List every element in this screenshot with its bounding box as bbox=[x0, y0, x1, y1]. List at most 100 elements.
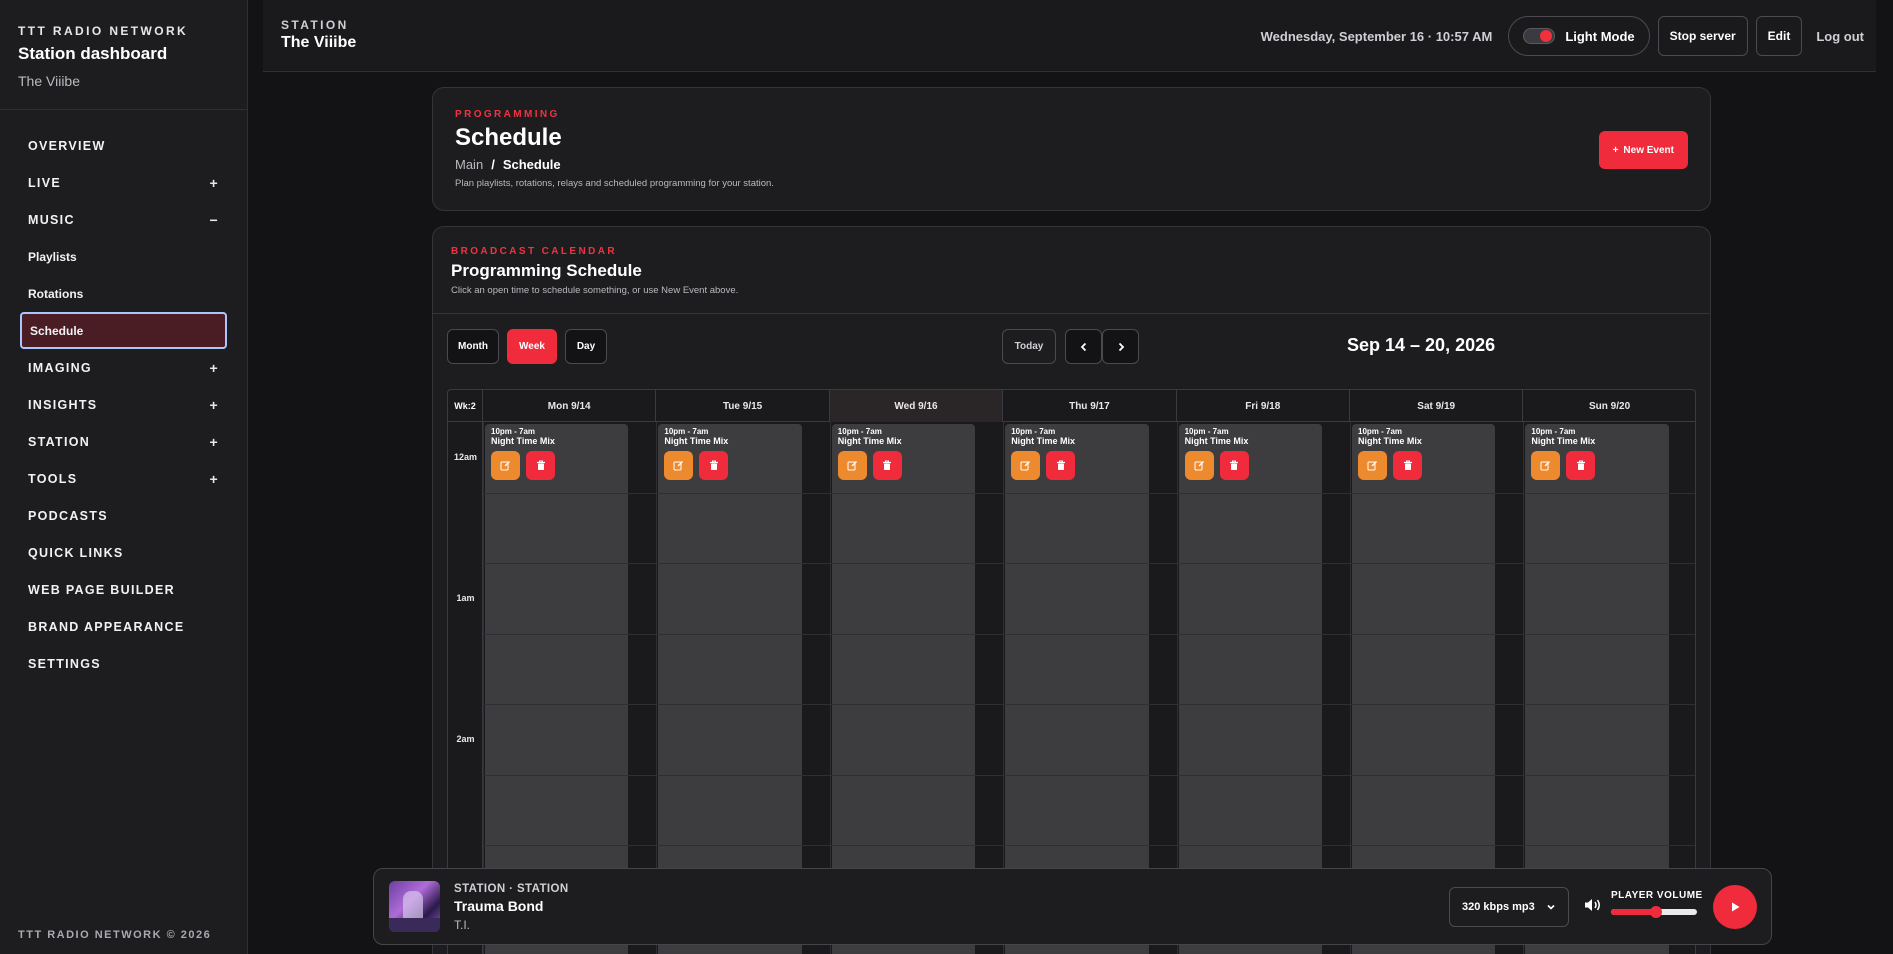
expand-icon[interactable]: + bbox=[210, 175, 219, 191]
week-number: Wk:2 bbox=[448, 390, 483, 422]
today-button[interactable]: Today bbox=[1002, 329, 1056, 364]
hour-label: 2am bbox=[456, 734, 475, 744]
expand-icon[interactable]: + bbox=[210, 471, 219, 487]
view-day-button[interactable]: Day bbox=[565, 329, 607, 364]
day-header: Fri 9/18 bbox=[1177, 390, 1350, 422]
view-month-button[interactable]: Month bbox=[447, 329, 499, 364]
sidebar-item-rotations[interactable]: Rotations bbox=[20, 275, 227, 312]
sidebar-item-label: WEB PAGE BUILDER bbox=[28, 582, 175, 597]
volume-handle[interactable] bbox=[1649, 906, 1662, 918]
quality-select[interactable]: 320 kbps mp3 bbox=[1449, 887, 1569, 927]
sidebar-item-station[interactable]: STATION + bbox=[20, 423, 227, 460]
top-header: STATION The Viiibe Wednesday, September … bbox=[263, 0, 1876, 72]
edit-icon bbox=[1194, 461, 1204, 471]
divider bbox=[433, 313, 1710, 314]
page-title: Schedule bbox=[455, 124, 562, 151]
edit-event-button[interactable] bbox=[1531, 451, 1561, 480]
sidebar-item-playlists[interactable]: Playlists bbox=[20, 238, 227, 275]
breadcrumb-main[interactable]: Main bbox=[455, 157, 483, 172]
sidebar-item-label: Schedule bbox=[30, 323, 84, 338]
prev-week-button[interactable] bbox=[1065, 329, 1102, 364]
sidebar-item-web-page-builder[interactable]: WEB PAGE BUILDER bbox=[20, 571, 227, 608]
sidebar: TTT RADIO NETWORK Station dashboard The … bbox=[0, 0, 248, 954]
sidebar-item-imaging[interactable]: IMAGING + bbox=[20, 349, 227, 386]
edit-event-button[interactable] bbox=[837, 451, 867, 480]
edit-event-button[interactable] bbox=[1184, 451, 1214, 480]
next-week-button[interactable] bbox=[1102, 329, 1139, 364]
time-gridline bbox=[483, 563, 1695, 564]
chevron-right-icon bbox=[1118, 342, 1124, 351]
sidebar-item-overview[interactable]: OVERVIEW bbox=[20, 127, 227, 164]
event-time: 10pm - 7am bbox=[1358, 427, 1403, 436]
new-event-button[interactable]: + New Event bbox=[1598, 131, 1688, 169]
calendar-title: Programming Schedule bbox=[451, 261, 642, 280]
expand-icon[interactable]: + bbox=[210, 434, 219, 450]
sidebar-item-label: SETTINGS bbox=[28, 656, 101, 671]
sidebar-item-schedule[interactable]: Schedule bbox=[20, 312, 227, 349]
volume-label: PLAYER VOLUME bbox=[1611, 890, 1703, 901]
day-header: Sat 9/19 bbox=[1350, 390, 1524, 422]
delete-event-button[interactable] bbox=[526, 451, 555, 480]
sidebar-item-label: BRAND APPEARANCE bbox=[28, 619, 185, 634]
delete-event-button[interactable] bbox=[1393, 451, 1422, 480]
event-time: 10pm - 7am bbox=[1011, 427, 1056, 436]
stop-server-button[interactable]: Stop server bbox=[1657, 16, 1748, 56]
chevron-down-icon bbox=[1547, 904, 1555, 910]
sidebar-item-podcasts[interactable]: PODCASTS bbox=[20, 497, 227, 534]
sidebar-item-insights[interactable]: INSIGHTS + bbox=[20, 386, 227, 423]
time-gridline bbox=[483, 845, 1695, 846]
app: TTT RADIO NETWORK Station dashboard The … bbox=[0, 0, 1893, 954]
delete-event-button[interactable] bbox=[1566, 451, 1596, 480]
sidebar-item-label: QUICK LINKS bbox=[28, 545, 124, 560]
delete-event-button[interactable] bbox=[1046, 451, 1076, 480]
sidebar-item-live[interactable]: LIVE + bbox=[20, 164, 227, 201]
time-gridline bbox=[483, 633, 1695, 635]
edit-button[interactable]: Edit bbox=[1755, 16, 1803, 56]
event-title: Night Time Mix bbox=[1184, 436, 1249, 446]
event-title: Night Time Mix bbox=[664, 436, 729, 446]
sidebar-item-brand-appearance[interactable]: BRAND APPEARANCE bbox=[20, 608, 227, 645]
expand-icon[interactable]: + bbox=[210, 397, 219, 413]
brand-network: TTT RADIO NETWORK bbox=[18, 24, 189, 38]
delete-event-button[interactable] bbox=[1219, 451, 1249, 480]
sidebar-item-quick-links[interactable]: QUICK LINKS bbox=[20, 534, 227, 571]
sidebar-item-tools[interactable]: TOOLS + bbox=[20, 460, 227, 497]
edit-icon bbox=[1367, 461, 1377, 471]
day-header: Sun 9/20 bbox=[1523, 390, 1695, 422]
schedule-header-card: PROGRAMMING Schedule Main / Schedule Pla… bbox=[432, 87, 1711, 211]
view-week-button[interactable]: Week bbox=[507, 329, 557, 364]
volume-slider[interactable] bbox=[1611, 906, 1697, 918]
collapse-icon[interactable]: − bbox=[210, 212, 219, 228]
event-title: Night Time Mix bbox=[491, 436, 555, 446]
sidebar-item-label: OVERVIEW bbox=[28, 138, 106, 153]
event-title: Night Time Mix bbox=[1358, 436, 1422, 446]
player-meta: STATION · STATION bbox=[454, 883, 569, 895]
sidebar-item-label: STATION bbox=[28, 434, 91, 449]
light-mode-toggle[interactable]: Light Mode bbox=[1508, 16, 1650, 56]
track-title: Trauma Bond bbox=[454, 898, 544, 914]
sidebar-item-label: MUSIC bbox=[28, 212, 75, 227]
sidebar-item-settings[interactable]: SETTINGS bbox=[20, 645, 227, 682]
breadcrumb-current: Schedule bbox=[502, 157, 561, 172]
play-button[interactable] bbox=[1713, 885, 1757, 929]
day-header: Thu 9/17 bbox=[1003, 390, 1177, 422]
edit-event-button[interactable] bbox=[1358, 451, 1387, 480]
edit-event-button[interactable] bbox=[491, 451, 520, 480]
delete-event-button[interactable] bbox=[872, 451, 902, 480]
sidebar-nav: OVERVIEW LIVE + MUSIC − Playlists Rotations Sch… bbox=[0, 110, 247, 682]
toggle-switch-icon bbox=[1523, 28, 1556, 44]
edit-event-button[interactable] bbox=[1011, 451, 1041, 480]
volume-icon[interactable] bbox=[1584, 897, 1602, 913]
logout-link[interactable]: Log out bbox=[1816, 29, 1864, 44]
event-time: 10pm - 7am bbox=[664, 427, 709, 436]
breadcrumb-separator: / bbox=[491, 157, 495, 172]
breadcrumb: Main / Schedule bbox=[455, 157, 561, 172]
edit-icon bbox=[1020, 461, 1031, 471]
edit-event-button[interactable] bbox=[664, 451, 694, 480]
expand-icon[interactable]: + bbox=[210, 360, 219, 376]
header-station: The Viiibe bbox=[281, 34, 357, 51]
delete-event-button[interactable] bbox=[699, 451, 729, 480]
plus-icon: + bbox=[1612, 144, 1619, 156]
sidebar-item-music[interactable]: MUSIC − bbox=[20, 201, 227, 238]
audio-player: STATION · STATION Trauma Bond T.I. 320 k… bbox=[373, 868, 1772, 945]
